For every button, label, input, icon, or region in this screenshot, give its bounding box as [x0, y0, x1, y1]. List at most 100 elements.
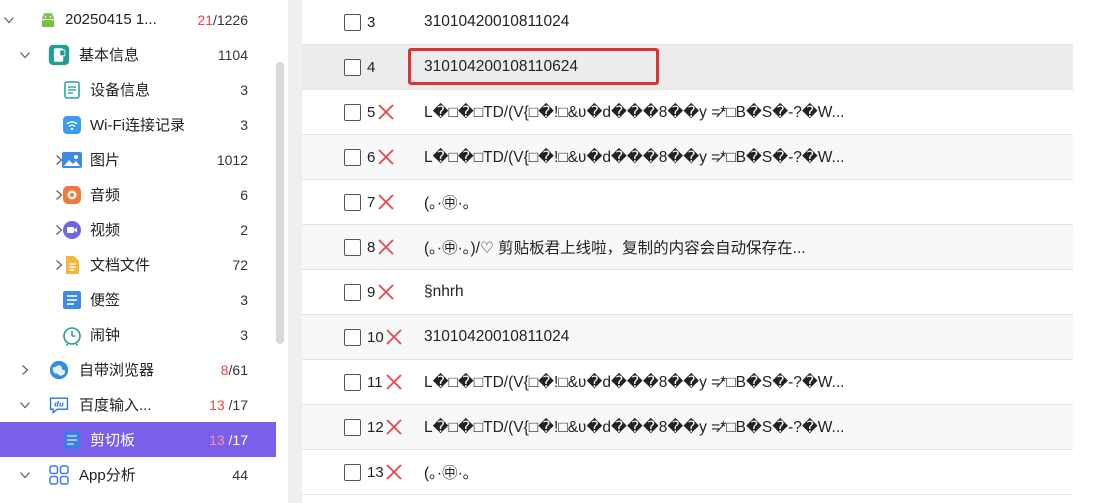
clipboard-row[interactable]: 4 310104200108110624 [302, 45, 1073, 90]
chevron-right-icon[interactable] [18, 363, 32, 377]
clipboard-row[interactable]: 12 L�□�□TD/(V{□�!□&ʋ�d���8��y =̷*□B�S�-?�… [302, 405, 1073, 450]
clipboard-content: L�□�□TD/(V{□�!□&ʋ�d���8��y =̷*□B�S�-?�W.… [424, 103, 845, 121]
tree-node-total-count: 3 [240, 81, 248, 98]
row-checkbox[interactable] [344, 373, 361, 391]
row-number: 11 [367, 373, 383, 391]
svg-text:du: du [54, 400, 64, 408]
tree-node-total-count: /1226 [212, 11, 248, 28]
tree-node-total-count: 3 [240, 326, 248, 343]
row-checkbox[interactable] [344, 463, 361, 481]
tree-node[interactable]: 音频 6 [0, 177, 276, 212]
tree-node-count: 21/1226 [197, 12, 248, 28]
tree-node-label: 百度输入... [79, 397, 152, 414]
tree-node[interactable]: 文档文件 72 [0, 247, 276, 282]
deleted-mark-icon [377, 148, 395, 166]
clipboard-content: L�□�□TD/(V{□�!□&ʋ�d���8��y =̷*□B�S�-?�W.… [424, 418, 845, 436]
tree-node-label: 图片 [90, 152, 121, 169]
tree-node-count: 3 [240, 292, 248, 308]
row-checkbox[interactable] [344, 238, 361, 256]
row-number: 8 [367, 238, 376, 256]
app-grid-icon [48, 464, 70, 486]
chevron-down-icon[interactable] [18, 48, 32, 62]
clipboard-row[interactable]: 11 L�□�□TD/(V{□�!□&ʋ�d���8��y =̷*□B�S�-?�… [302, 360, 1073, 405]
wifi-icon [61, 114, 83, 136]
tree-node-count: 13 /17 [209, 397, 248, 413]
deleted-mark-icon [377, 238, 395, 256]
row-number: 3 [367, 13, 376, 31]
row-checkbox[interactable] [344, 13, 361, 31]
tree-node-label: 设备信息 [90, 82, 151, 99]
clipboard-content: §nhrh [424, 283, 464, 300]
tree-node-count: 3 [240, 327, 248, 343]
clipboard-row[interactable]: 13 (｡·㊥·｡ [302, 450, 1073, 495]
tree-node[interactable]: Wi-Fi连接记录 3 [0, 107, 276, 142]
deleted-mark-icon [377, 283, 395, 301]
clipboard-content: L�□�□TD/(V{□�!□&ʋ�d���8��y =̷*□B�S�-?�W.… [424, 148, 845, 166]
tree-node-total-count: 3 [240, 291, 248, 308]
tree-node-total-count: 6 [240, 186, 248, 203]
row-checkbox[interactable] [344, 193, 361, 211]
clipboard-row[interactable]: 6 L�□�□TD/(V{□�!□&ʋ�d���8��y =̷*□B�S�-?�W… [302, 135, 1073, 180]
tree-node[interactable]: 图片 1012 [0, 142, 276, 177]
tree-node[interactable]: 自带浏览器 8/61 [0, 352, 276, 387]
row-checkbox[interactable] [344, 418, 361, 436]
tree-node-new-count: 13 [209, 396, 225, 413]
tree-node[interactable]: 视频 2 [0, 212, 276, 247]
tree-node-count: 3 [240, 117, 248, 133]
device-doc-icon [61, 79, 83, 101]
tree-node-total-count: /17 [224, 431, 248, 448]
row-number: 13 [367, 463, 384, 481]
tree-node[interactable]: 基本信息 1104 [0, 37, 276, 72]
clipboard-content: (｡·㊥·｡ [424, 195, 471, 212]
chevron-down-icon[interactable] [2, 13, 16, 27]
clipboard-row[interactable]: 3 31010420010811024 [302, 0, 1073, 45]
chevron-down-icon[interactable] [18, 468, 32, 482]
image-icon [61, 149, 83, 171]
tree-node[interactable]: 便签 3 [0, 282, 276, 317]
deleted-mark-icon [385, 463, 403, 481]
row-checkbox[interactable] [344, 148, 361, 166]
panel-divider[interactable] [288, 0, 302, 503]
tree-node-count: 2 [240, 222, 248, 238]
clipboard-content: 310104200108110624 [424, 58, 579, 75]
tree-node[interactable]: 闹钟 3 [0, 317, 276, 352]
row-checkbox[interactable] [344, 58, 361, 76]
tree-node-count: 44 [232, 467, 248, 483]
deleted-mark-icon [377, 193, 395, 211]
tree-node-total-count: 44 [232, 466, 248, 483]
chevron-down-icon[interactable] [18, 398, 32, 412]
tree-node[interactable]: App分析 44 [0, 457, 276, 492]
tree-node-label: 闹钟 [90, 327, 121, 344]
row-number: 4 [367, 58, 376, 76]
tree-node-label: 视频 [90, 222, 121, 239]
tree-node-new-count: 8 [220, 361, 229, 378]
row-number: 9 [367, 283, 376, 301]
tree-node-count: 13 /17 [209, 432, 248, 448]
deleted-mark-icon [385, 418, 403, 436]
clipboard-row[interactable]: 5 L�□�□TD/(V{□�!□&ʋ�d���8��y =̷*□B�S�-?�W… [302, 90, 1073, 135]
row-checkbox[interactable] [344, 103, 361, 121]
row-checkbox[interactable] [344, 283, 361, 301]
video-icon [61, 219, 83, 241]
tree-node-count: 1104 [218, 47, 248, 63]
row-number: 6 [367, 148, 376, 166]
deleted-mark-icon [377, 103, 395, 121]
tree-node-total-count: /17 [224, 396, 248, 413]
deleted-mark-icon [385, 373, 403, 391]
tree-node[interactable]: du 百度输入... 13 /17 [0, 387, 276, 422]
clipboard-row[interactable]: 8 (｡·㊥·｡)/♡ 剪贴板君上线啦，复制的内容会自动保存在... [302, 225, 1073, 270]
tree-node-count: 6 [240, 187, 248, 203]
tree-node-label: 20250415 1... [65, 11, 157, 28]
row-checkbox[interactable] [344, 328, 361, 346]
clipboard-row[interactable]: 10 31010420010811024 [302, 315, 1073, 360]
tree-node[interactable]: 20250415 1... 21/1226 [0, 2, 276, 37]
clipboard-row[interactable]: 9 §nhrh [302, 270, 1073, 315]
clipboard-row[interactable]: 7 (｡·㊥·｡ [302, 180, 1073, 225]
tree-node-label: 剪切板 [90, 432, 136, 449]
tree-node[interactable]: 剪切板 13 /17 [0, 422, 276, 457]
note-icon [61, 289, 83, 311]
tree-scrollbar[interactable] [276, 62, 284, 344]
tree-node-total-count: 72 [232, 256, 248, 273]
tree-node[interactable]: 设备信息 3 [0, 72, 276, 107]
audio-icon [61, 184, 83, 206]
